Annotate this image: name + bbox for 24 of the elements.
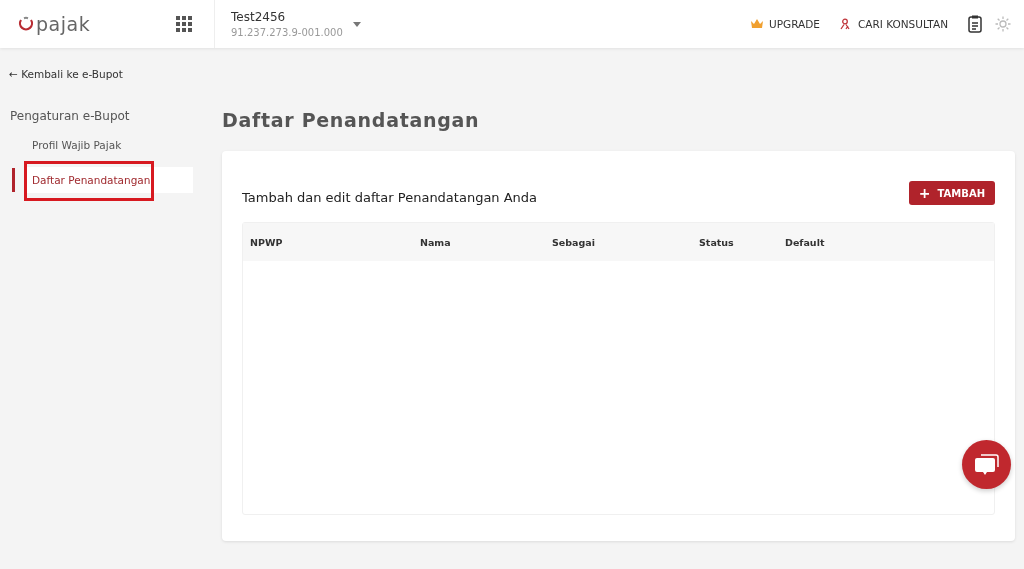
column-header: Status (699, 236, 734, 248)
chat-icon (973, 452, 1000, 477)
sidebar-heading: Pengaturan e-Bupot (10, 109, 131, 123)
company-npwp: 91.237.273.9-001.000 (231, 27, 343, 38)
caret-icon[interactable] (352, 21, 361, 27)
back-link[interactable]: ← Kembali ke e-Bupot (9, 68, 205, 80)
add-button[interactable]: + TAMBAH (908, 181, 995, 205)
page-title: Daftar Penandatangan (222, 109, 481, 131)
clipboard-icon[interactable] (968, 15, 982, 33)
column-header: Sebagai (552, 236, 595, 248)
card-subtitle: Tambah dan edit daftar Penandatangan Anda (242, 189, 538, 205)
crown-icon (751, 19, 763, 29)
header-link[interactable]: UPGRADE (751, 18, 820, 30)
column-header: Default (785, 236, 825, 248)
header-link[interactable]: CARI KONSULTAN (839, 18, 948, 30)
sidebar-item[interactable]: Daftar Penandatangan (25, 167, 193, 193)
app-grid-icon[interactable] (176, 16, 192, 32)
logo-text[interactable]: pajak (36, 13, 91, 35)
person-icon (839, 18, 852, 30)
column-header: NPWP (250, 236, 283, 248)
column-header: Nama (420, 236, 451, 248)
logo-icon (18, 16, 34, 32)
sidebar-item[interactable]: Profil Wajib Pajak (25, 132, 193, 158)
company-name[interactable]: Test2456 (231, 10, 343, 24)
